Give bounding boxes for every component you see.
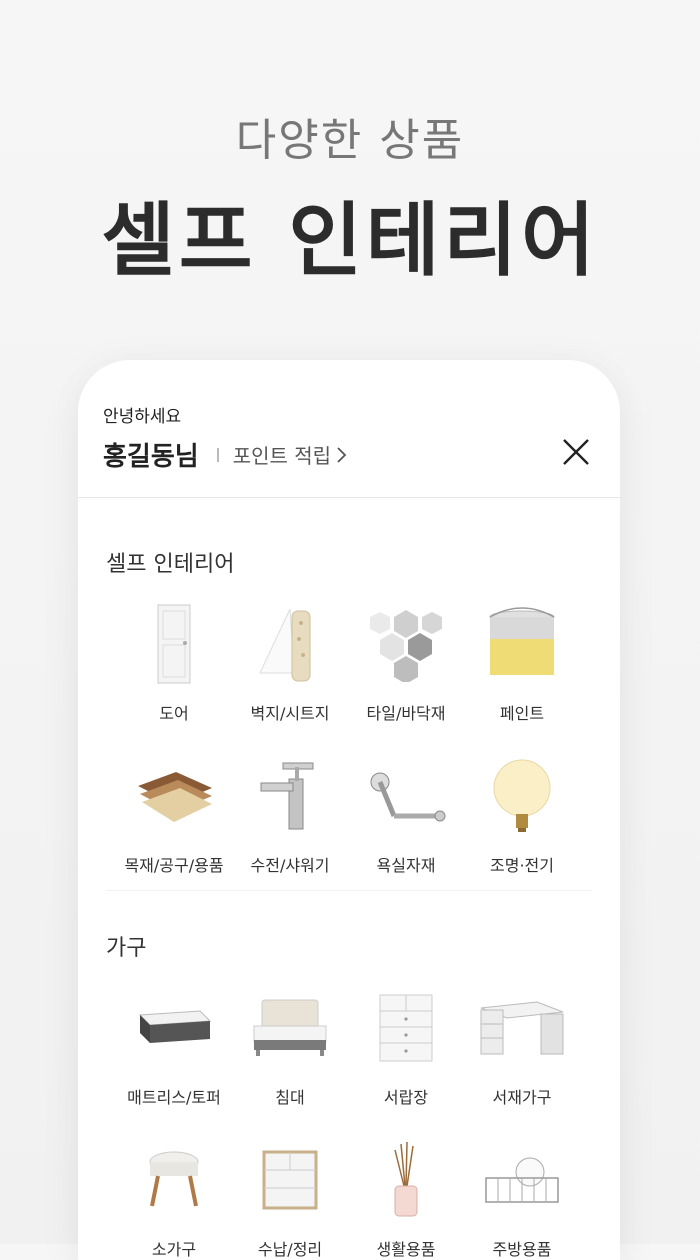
user-row: 홍길동님 포인트 적립: [103, 436, 347, 473]
category-tile[interactable]: 타일/바닥재: [348, 596, 464, 748]
point-earn-link[interactable]: 포인트 적립: [233, 440, 347, 469]
wood-samples-icon: [129, 754, 219, 838]
category-label: 욕실자재: [376, 856, 436, 875]
user-name: 홍길동님: [103, 442, 199, 472]
category-label: 매트리스/토퍼: [127, 1088, 221, 1107]
category-lighting[interactable]: 조명·전기: [464, 748, 580, 900]
category-label: 수납/정리: [257, 1240, 323, 1259]
section-title-furniture: 가구: [106, 936, 147, 961]
separator: [216, 447, 219, 462]
section-title-self-interior: 셀프 인테리어: [106, 552, 235, 577]
drawer-chest-icon: [361, 986, 451, 1070]
category-label: 페인트: [499, 704, 545, 723]
category-label: 서랍장: [383, 1088, 429, 1107]
furniture-grid: 매트리스/토퍼 침대 서랍장 서재가구 소가구 수납/정리 생활용품 주방용품: [116, 980, 580, 1260]
paint-can-icon: [477, 602, 567, 686]
category-label: 생활용품: [376, 1240, 436, 1259]
hero-subtitle: 다양한 상품: [235, 115, 465, 166]
category-drawer[interactable]: 서랍장: [348, 980, 464, 1132]
light-bulb-icon: [477, 754, 567, 838]
category-label: 소가구: [151, 1240, 197, 1259]
point-earn-label: 포인트 적립: [232, 444, 332, 468]
towel-bar-icon: [361, 754, 451, 838]
section-divider: [106, 890, 592, 891]
chevron-right-icon: [337, 446, 347, 463]
category-kitchen[interactable]: 주방용품: [464, 1132, 580, 1260]
category-storage[interactable]: 수납/정리: [232, 1132, 348, 1260]
category-faucet[interactable]: 수전/샤워기: [232, 748, 348, 900]
bed-icon: [245, 986, 335, 1070]
desk-icon: [477, 986, 567, 1070]
category-label: 수전/샤워기: [250, 856, 330, 875]
category-label: 서재가구: [492, 1088, 552, 1107]
category-label: 침대: [275, 1088, 305, 1107]
category-small-furniture[interactable]: 소가구: [116, 1132, 232, 1260]
faucet-icon: [245, 754, 335, 838]
category-study[interactable]: 서재가구: [464, 980, 580, 1132]
category-bathroom[interactable]: 욕실자재: [348, 748, 464, 900]
stool-icon: [129, 1138, 219, 1222]
greeting-text: 안녕하세요: [103, 407, 182, 427]
category-label: 타일/바닥재: [366, 704, 446, 723]
category-bed[interactable]: 침대: [232, 980, 348, 1132]
diffuser-icon: [361, 1138, 451, 1222]
category-label: 도어: [159, 704, 189, 723]
category-label: 주방용품: [492, 1240, 552, 1259]
category-door[interactable]: 도어: [116, 596, 232, 748]
category-label: 목재/공구/용품: [124, 856, 224, 875]
hero-title: 셀프 인테리어: [101, 194, 599, 287]
close-icon[interactable]: [562, 438, 590, 466]
category-wood-tools[interactable]: 목재/공구/용품: [116, 748, 232, 900]
door-icon: [129, 602, 219, 686]
category-living[interactable]: 생활용품: [348, 1132, 464, 1260]
category-paint[interactable]: 페인트: [464, 596, 580, 748]
header-divider: [78, 497, 620, 498]
self-interior-grid: 도어 벽지/시트지 타일/바닥재 페인트 목재/공구/용품 수전/샤워기 욕실자…: [116, 596, 580, 900]
mattress-icon: [129, 986, 219, 1070]
category-label: 벽지/시트지: [250, 704, 330, 723]
menu-panel: 안녕하세요 홍길동님 포인트 적립 셀프 인테리어 도어 벽지/시트지 타일/바…: [78, 360, 620, 1260]
category-wallpaper[interactable]: 벽지/시트지: [232, 596, 348, 748]
dish-rack-icon: [477, 1138, 567, 1222]
hexagon-tile-icon: [361, 602, 451, 686]
storage-cabinet-icon: [245, 1138, 335, 1222]
wallpaper-roll-icon: [245, 602, 335, 686]
category-mattress[interactable]: 매트리스/토퍼: [116, 980, 232, 1132]
category-label: 조명·전기: [490, 856, 554, 875]
